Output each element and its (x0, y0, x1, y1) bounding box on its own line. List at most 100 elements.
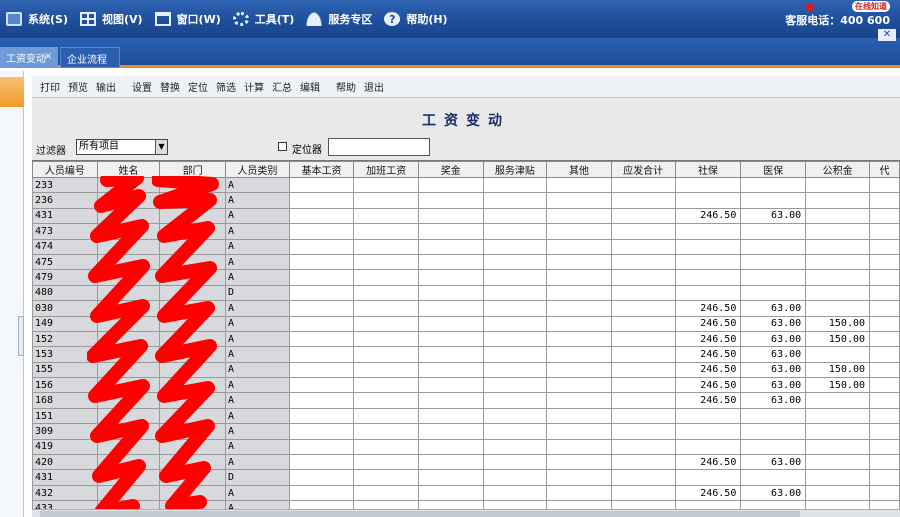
table-cell[interactable] (546, 223, 612, 240)
table-cell[interactable] (869, 315, 900, 332)
table-cell[interactable] (482, 484, 548, 502)
department-cell[interactable] (159, 484, 227, 502)
employee-id-cell[interactable]: 168 (32, 392, 98, 409)
table-row[interactable]: 474 A (32, 238, 900, 255)
tab-close-icon[interactable]: × (44, 51, 52, 62)
table-cell[interactable] (288, 238, 355, 255)
scrollbar-thumb[interactable] (40, 511, 800, 517)
employee-id-cell[interactable]: 479 (32, 269, 98, 286)
department-cell[interactable] (159, 423, 227, 440)
department-cell[interactable] (159, 438, 227, 456)
social-insurance-cell[interactable]: 246.50 (674, 207, 742, 225)
category-cell[interactable]: A (225, 361, 290, 379)
toolbar-button[interactable]: 定位 (184, 79, 212, 94)
category-cell[interactable]: A (225, 223, 290, 240)
column-header[interactable]: 代 (869, 161, 900, 178)
table-cell[interactable] (869, 407, 900, 425)
name-cell[interactable] (96, 192, 161, 209)
table-row[interactable]: 149 A 246.50 63.00 150.00 (32, 315, 900, 332)
table-cell[interactable] (610, 377, 676, 394)
medical-insurance-cell[interactable] (740, 500, 807, 509)
employee-id-cell[interactable]: 475 (32, 253, 98, 271)
table-cell[interactable] (546, 438, 612, 456)
table-row[interactable]: 030 A 246.50 63.00 (32, 300, 900, 317)
table-row[interactable]: 431 D (32, 469, 900, 486)
table-row[interactable]: 480 D (32, 284, 900, 302)
table-cell[interactable] (288, 269, 355, 286)
category-cell[interactable]: D (225, 469, 290, 486)
tab-salary-change[interactable]: 工资变动 × (0, 47, 58, 68)
table-cell[interactable] (353, 346, 419, 363)
category-cell[interactable]: A (225, 392, 290, 409)
social-insurance-cell[interactable]: 246.50 (674, 300, 742, 317)
department-cell[interactable] (159, 392, 227, 409)
table-cell[interactable] (288, 300, 355, 317)
table-cell[interactable] (353, 269, 419, 286)
table-row[interactable]: 431 A 246.50 63.00 (32, 207, 900, 225)
category-cell[interactable]: A (225, 253, 290, 271)
category-cell[interactable]: A (225, 438, 290, 456)
housing-fund-cell[interactable] (805, 238, 871, 255)
table-cell[interactable] (482, 438, 548, 456)
table-row[interactable]: 233 A (32, 176, 900, 194)
category-cell[interactable]: A (225, 176, 290, 194)
table-cell[interactable] (546, 469, 612, 486)
table-cell[interactable] (869, 377, 900, 394)
department-cell[interactable] (159, 300, 227, 317)
table-cell[interactable] (353, 392, 419, 409)
employee-id-cell[interactable]: 236 (32, 192, 98, 209)
menu-view[interactable]: 视图(V) (74, 0, 149, 38)
column-header[interactable]: 人员类别 (225, 161, 290, 178)
table-cell[interactable] (610, 469, 676, 486)
employee-id-cell[interactable]: 480 (32, 284, 98, 302)
table-cell[interactable] (288, 207, 355, 225)
housing-fund-cell[interactable] (805, 484, 871, 502)
table-cell[interactable] (417, 223, 484, 240)
medical-insurance-cell[interactable] (740, 223, 807, 240)
medical-insurance-cell[interactable]: 63.00 (740, 392, 807, 409)
table-cell[interactable] (610, 484, 676, 502)
name-cell[interactable] (96, 269, 161, 286)
name-cell[interactable] (96, 454, 161, 471)
table-cell[interactable] (288, 346, 355, 363)
table-cell[interactable] (353, 284, 419, 302)
table-cell[interactable] (288, 223, 355, 240)
table-cell[interactable] (869, 469, 900, 486)
name-cell[interactable] (96, 407, 161, 425)
category-cell[interactable]: A (225, 500, 290, 509)
housing-fund-cell[interactable] (805, 284, 871, 302)
toolbar-button[interactable]: 打印 (36, 79, 64, 94)
table-cell[interactable] (353, 330, 419, 348)
department-cell[interactable] (159, 315, 227, 332)
department-cell[interactable] (159, 500, 227, 509)
table-cell[interactable] (353, 407, 419, 425)
table-row[interactable]: 419 A (32, 438, 900, 456)
medical-insurance-cell[interactable] (740, 238, 807, 255)
table-cell[interactable] (869, 484, 900, 502)
table-cell[interactable] (288, 469, 355, 486)
table-row[interactable]: 151 A (32, 407, 900, 425)
table-cell[interactable] (482, 253, 548, 271)
table-cell[interactable] (869, 330, 900, 348)
table-cell[interactable] (869, 361, 900, 379)
table-cell[interactable] (288, 192, 355, 209)
table-cell[interactable] (353, 223, 419, 240)
employee-id-cell[interactable]: 420 (32, 454, 98, 471)
table-cell[interactable] (288, 407, 355, 425)
department-cell[interactable] (159, 192, 227, 209)
medical-insurance-cell[interactable] (740, 284, 807, 302)
table-cell[interactable] (288, 454, 355, 471)
department-cell[interactable] (159, 223, 227, 240)
column-header[interactable]: 服务津贴 (482, 161, 548, 178)
medical-insurance-cell[interactable] (740, 269, 807, 286)
table-cell[interactable] (482, 346, 548, 363)
table-cell[interactable] (610, 176, 676, 194)
table-cell[interactable] (417, 500, 484, 509)
column-header[interactable]: 医保 (740, 161, 807, 178)
employee-id-cell[interactable]: 149 (32, 315, 98, 332)
category-cell[interactable]: A (225, 346, 290, 363)
name-cell[interactable] (96, 500, 161, 509)
table-cell[interactable] (546, 330, 612, 348)
housing-fund-cell[interactable] (805, 500, 871, 509)
table-cell[interactable] (417, 377, 484, 394)
